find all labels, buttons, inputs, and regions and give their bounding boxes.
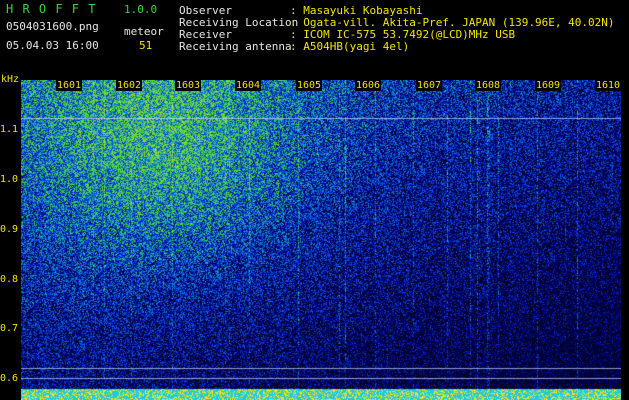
- meteor-label: meteor: [124, 25, 164, 38]
- y-tick-label: 1.1: [0, 124, 19, 135]
- x-tick-label: 1608: [475, 80, 502, 91]
- x-tick-label: 1605: [296, 80, 323, 91]
- info-value-antenna: : A504HB(yagi 4el): [290, 40, 410, 53]
- y-tick-label: 0.8: [0, 274, 19, 285]
- y-tick-label: 0.7: [0, 323, 19, 334]
- file-datetime: 05.04.03 16:00: [6, 39, 99, 52]
- x-tick-label: 1604: [235, 80, 262, 91]
- x-tick-label: 1602: [116, 80, 143, 91]
- info-label-antenna: Receiving antenna: [179, 40, 292, 53]
- x-tick-label: 1601: [56, 80, 83, 91]
- x-tick-label: 1610: [595, 80, 622, 91]
- hroft-window: H R O F F T 1.0.0 0504031600.png meteor …: [0, 0, 629, 400]
- app-version: 1.0.0: [124, 3, 158, 16]
- x-tick-label: 1609: [535, 80, 562, 91]
- y-tick-label: 0.6: [0, 373, 19, 384]
- x-tick-label: 1603: [175, 80, 202, 91]
- y-axis-unit: kHz: [1, 74, 20, 85]
- y-tick-label: 0.9: [0, 224, 19, 235]
- meteor-count: 51: [139, 39, 153, 52]
- file-name: 0504031600.png: [6, 20, 99, 33]
- x-tick-label: 1606: [355, 80, 382, 91]
- app-title: H R O F F T: [6, 2, 97, 16]
- y-tick-label: 1.0: [0, 174, 19, 185]
- spectrogram-image: [21, 80, 621, 400]
- x-tick-label: 1607: [416, 80, 443, 91]
